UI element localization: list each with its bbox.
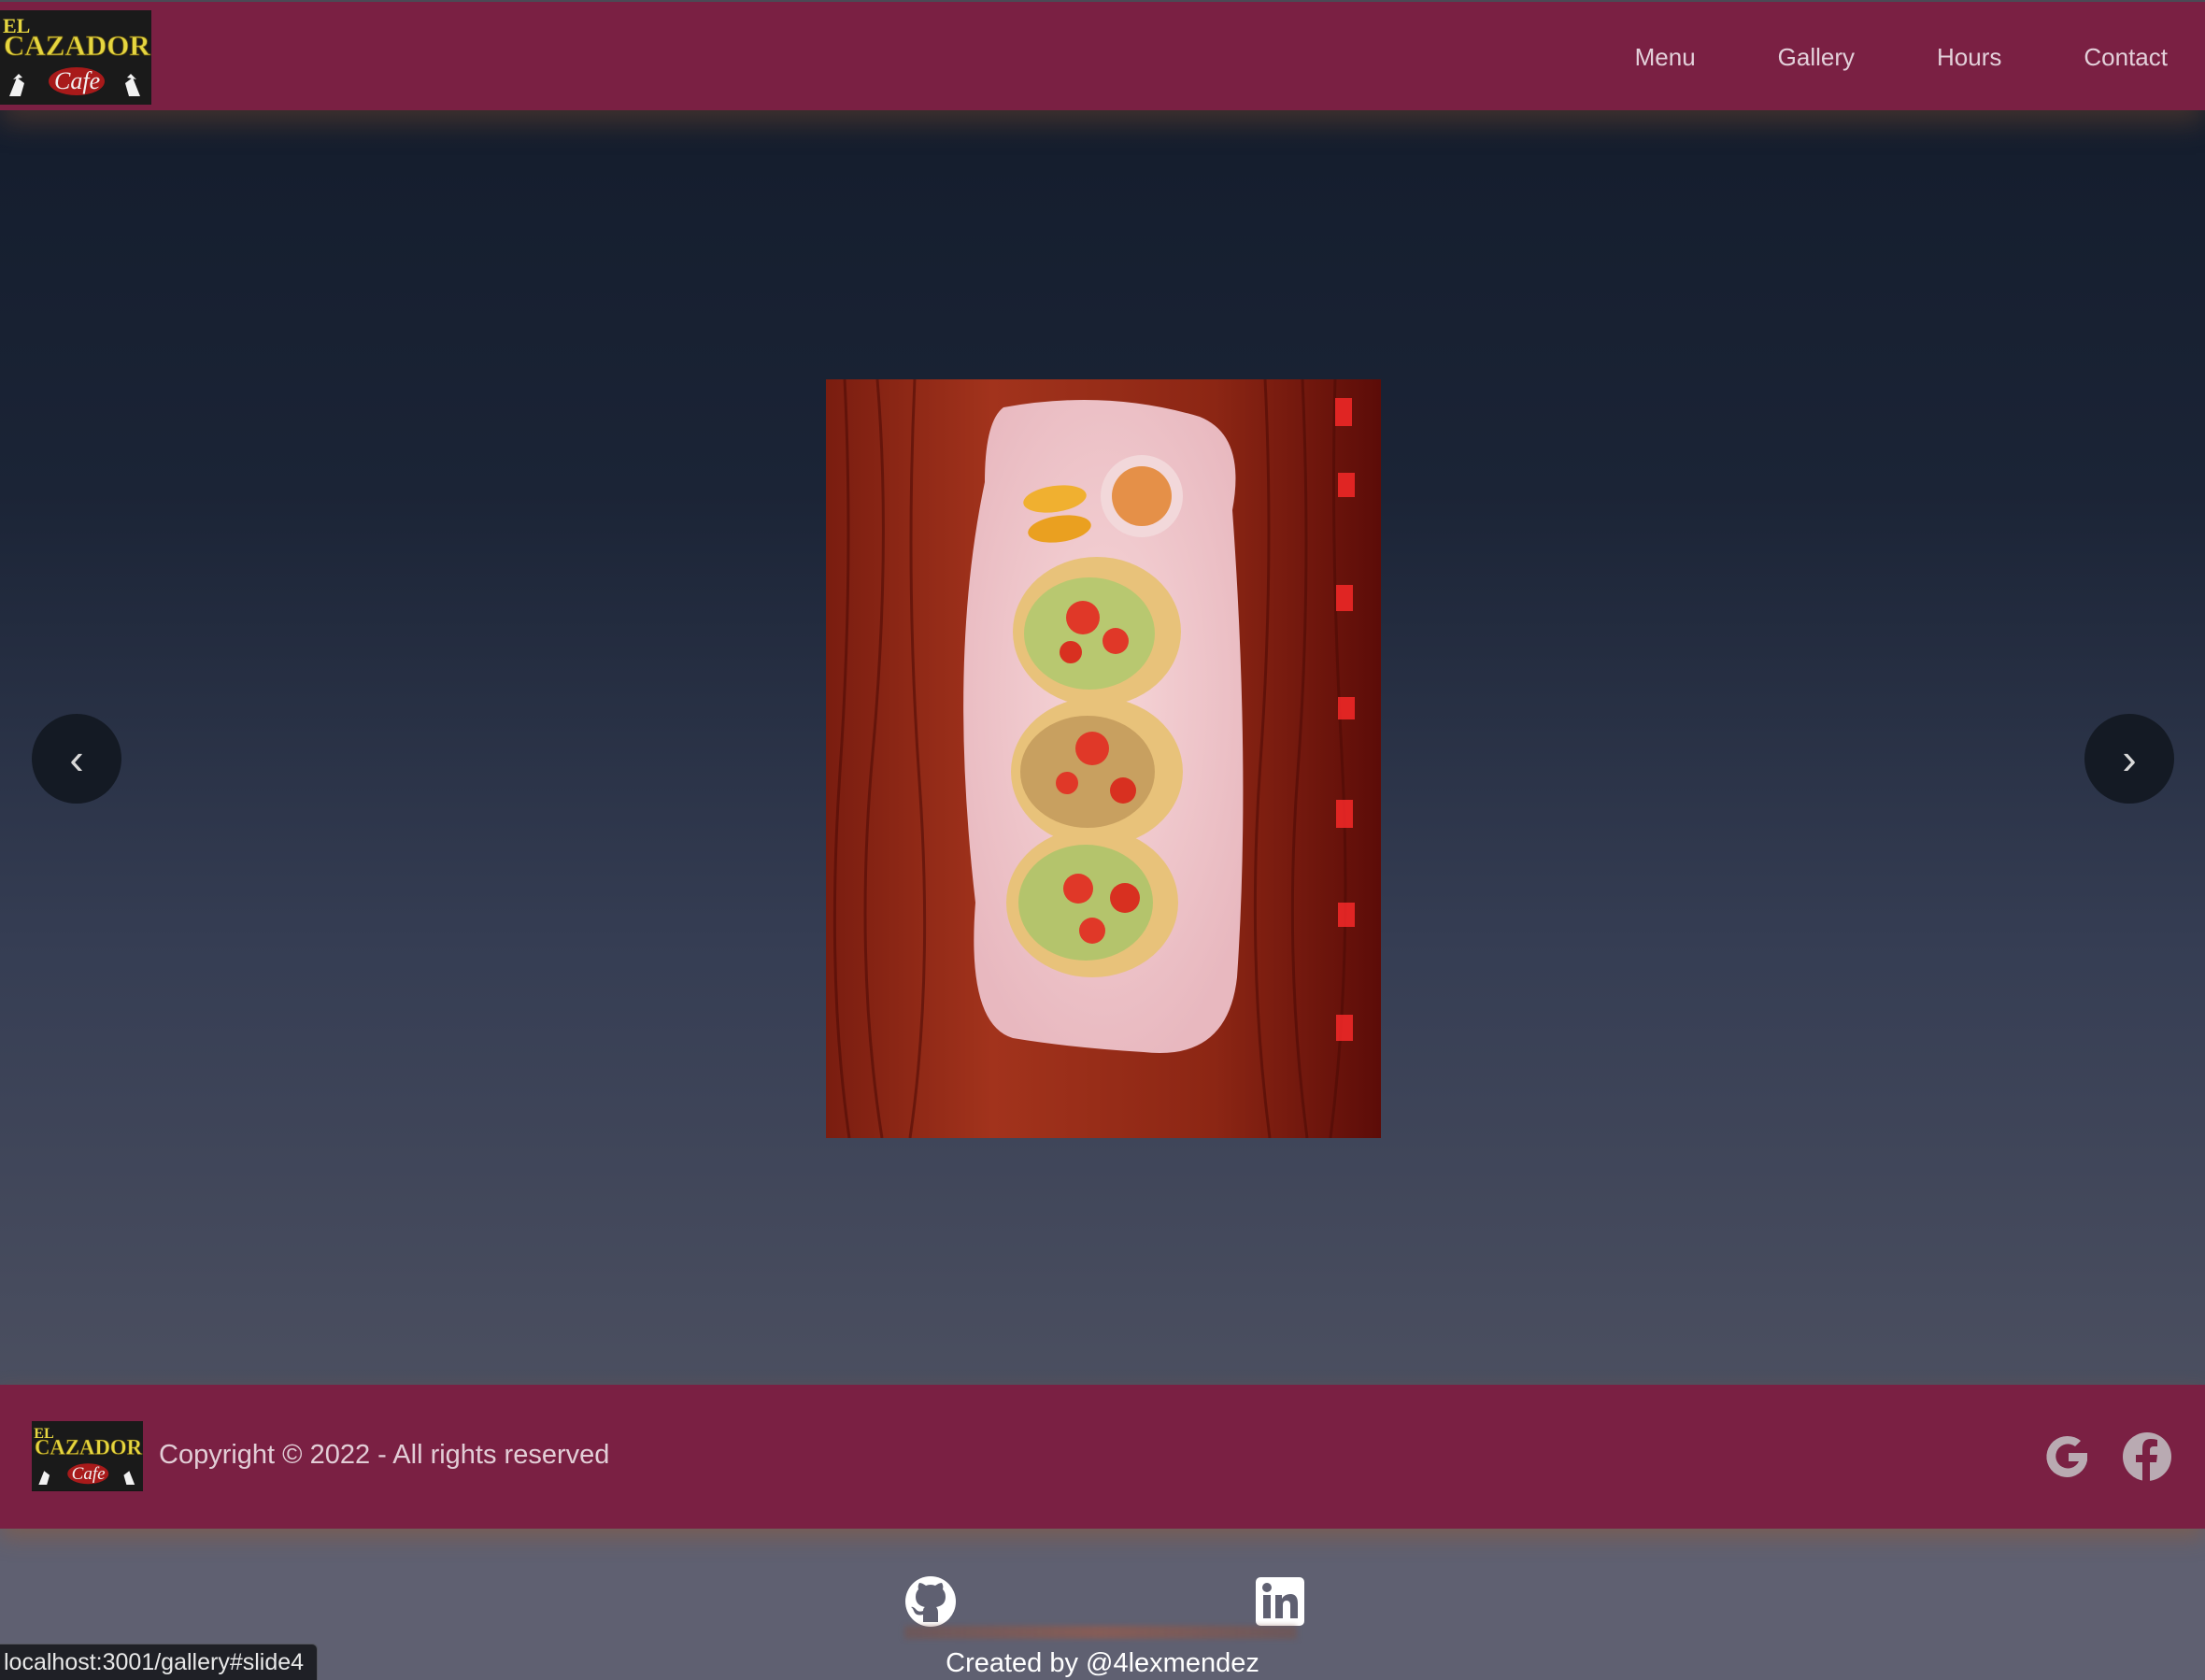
nav-links: Menu Gallery Hours Contact xyxy=(1635,2,2205,112)
svg-text:Cafe: Cafe xyxy=(54,67,100,94)
navbar: EL CAZADOR Cafe Menu Gallery Hours Conta… xyxy=(0,0,2205,110)
google-icon[interactable] xyxy=(2041,1431,2094,1483)
browser-status-url: localhost:3001/gallery#slide4 xyxy=(0,1644,319,1680)
nav-contact[interactable]: Contact xyxy=(2084,43,2168,72)
linkedin-icon[interactable] xyxy=(1254,1575,1306,1628)
brand-logo[interactable]: EL CAZADOR Cafe xyxy=(0,10,151,105)
credit-text: Created by @4lexmendez xyxy=(946,1648,1259,1678)
github-icon[interactable] xyxy=(904,1575,957,1628)
nav-gallery[interactable]: Gallery xyxy=(1778,43,1855,72)
nav-hours[interactable]: Hours xyxy=(1937,43,2001,72)
carousel-prev-button[interactable]: ‹ xyxy=(32,714,121,804)
svg-text:CAZADOR: CAZADOR xyxy=(35,1436,143,1459)
nav-menu[interactable]: Menu xyxy=(1635,43,1696,72)
copyright-text: Copyright © 2022 - All rights reserved xyxy=(159,1440,610,1470)
tacos-plate-photo xyxy=(826,379,1381,1138)
footer-logo: EL CAZADOR Cafe xyxy=(32,1421,143,1491)
carousel-next-button[interactable]: › xyxy=(2084,714,2174,804)
icon-underline-glow xyxy=(904,1626,1297,1639)
footer: EL CAZADOR Cafe Copyright © 2022 - All r… xyxy=(0,1385,2205,1529)
gallery-carousel: ‹ › xyxy=(0,110,2205,1385)
svg-text:Cafe: Cafe xyxy=(72,1464,107,1484)
credits-section: Created by @4lexmendez xyxy=(0,1529,2205,1680)
gallery-slide-image xyxy=(826,379,1381,1138)
facebook-icon[interactable] xyxy=(2121,1431,2173,1483)
svg-text:CAZADOR: CAZADOR xyxy=(4,29,150,62)
brand-logo-image: EL CAZADOR Cafe xyxy=(0,10,151,105)
